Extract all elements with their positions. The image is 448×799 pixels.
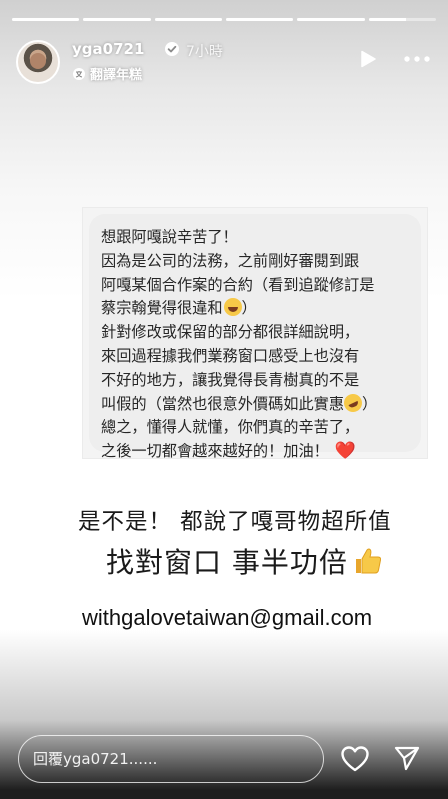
story-caption: 是不是！ 都說了嘎哥物超所值 xyxy=(78,509,392,535)
message-bubble: 想跟阿嘎說辛苦了！ 因為是公司的法務，之前剛好審閱到跟 阿嘎某個合作案的合約（看… xyxy=(89,214,421,461)
post-time: 7小時 xyxy=(186,44,223,60)
message-line: 想跟阿嘎說辛苦了！ xyxy=(101,228,238,246)
thumbs-up-emoji-icon xyxy=(355,548,381,574)
heart-emoji-icon: ❤️ xyxy=(334,441,356,462)
progress-segment xyxy=(225,18,294,21)
story-view[interactable]: yga0721 7小時 翻譯年糕 想跟阿嘎說辛苦了！ 因為是公司的法務，之前剛好… xyxy=(0,0,448,799)
story-header: yga0721 7小時 翻譯年糕 xyxy=(16,38,434,84)
progress-segment xyxy=(83,18,151,21)
message-line: 總之，懂得人就懂，你們真的辛苦了， xyxy=(101,418,360,437)
avatar[interactable] xyxy=(16,40,60,84)
progress-segment xyxy=(154,18,222,21)
story-progress-bar xyxy=(12,18,436,21)
progress-segment xyxy=(297,18,365,21)
translate-icon xyxy=(73,67,85,80)
message-line: 因為是公司的法務，之前剛好審閱到跟 xyxy=(101,251,360,270)
verified-badge-icon xyxy=(165,42,179,56)
like-heart-icon[interactable] xyxy=(340,745,370,773)
laughing-emoji-icon xyxy=(223,298,242,317)
story-caption-highlight: 找對窗口 事半功倍 xyxy=(106,541,384,581)
message-line: 蔡宗翰覺得很違和） xyxy=(101,298,257,318)
progress-segment xyxy=(12,18,80,21)
message-line: 之後一切都會越來越好的！加油！ ❤️ xyxy=(101,441,356,462)
progress-segment xyxy=(368,18,436,21)
reply-input[interactable] xyxy=(33,736,309,781)
reply-bar[interactable] xyxy=(18,735,324,783)
message-line: 叫假的（當然也很意外價碼如此實惠） xyxy=(101,390,411,417)
more-options-icon[interactable] xyxy=(404,56,430,62)
message-line: 不好的地方，讓我覺得長青樹真的不是 xyxy=(101,370,360,389)
play-icon[interactable] xyxy=(360,50,376,68)
message-line: 阿嘎某個合作案的合約（看到追蹤修訂是 xyxy=(101,275,375,294)
send-message-icon[interactable] xyxy=(393,744,421,772)
message-line: 針對修改或保留的部分都很詳細說明， xyxy=(101,323,360,342)
username[interactable]: yga0721 xyxy=(72,40,144,58)
message-screenshot: 想跟阿嘎說辛苦了！ 因為是公司的法務，之前剛好審閱到跟 阿嘎某個合作案的合約（看… xyxy=(82,207,428,461)
translate-button[interactable]: 翻譯年糕 xyxy=(72,64,142,83)
contact-email[interactable]: withgalovetaiwan@gmail.com xyxy=(82,605,372,631)
translate-label: 翻譯年糕 xyxy=(90,68,143,83)
message-line: 來回過程據我們業務窗口感受上也沒有 xyxy=(101,346,360,365)
